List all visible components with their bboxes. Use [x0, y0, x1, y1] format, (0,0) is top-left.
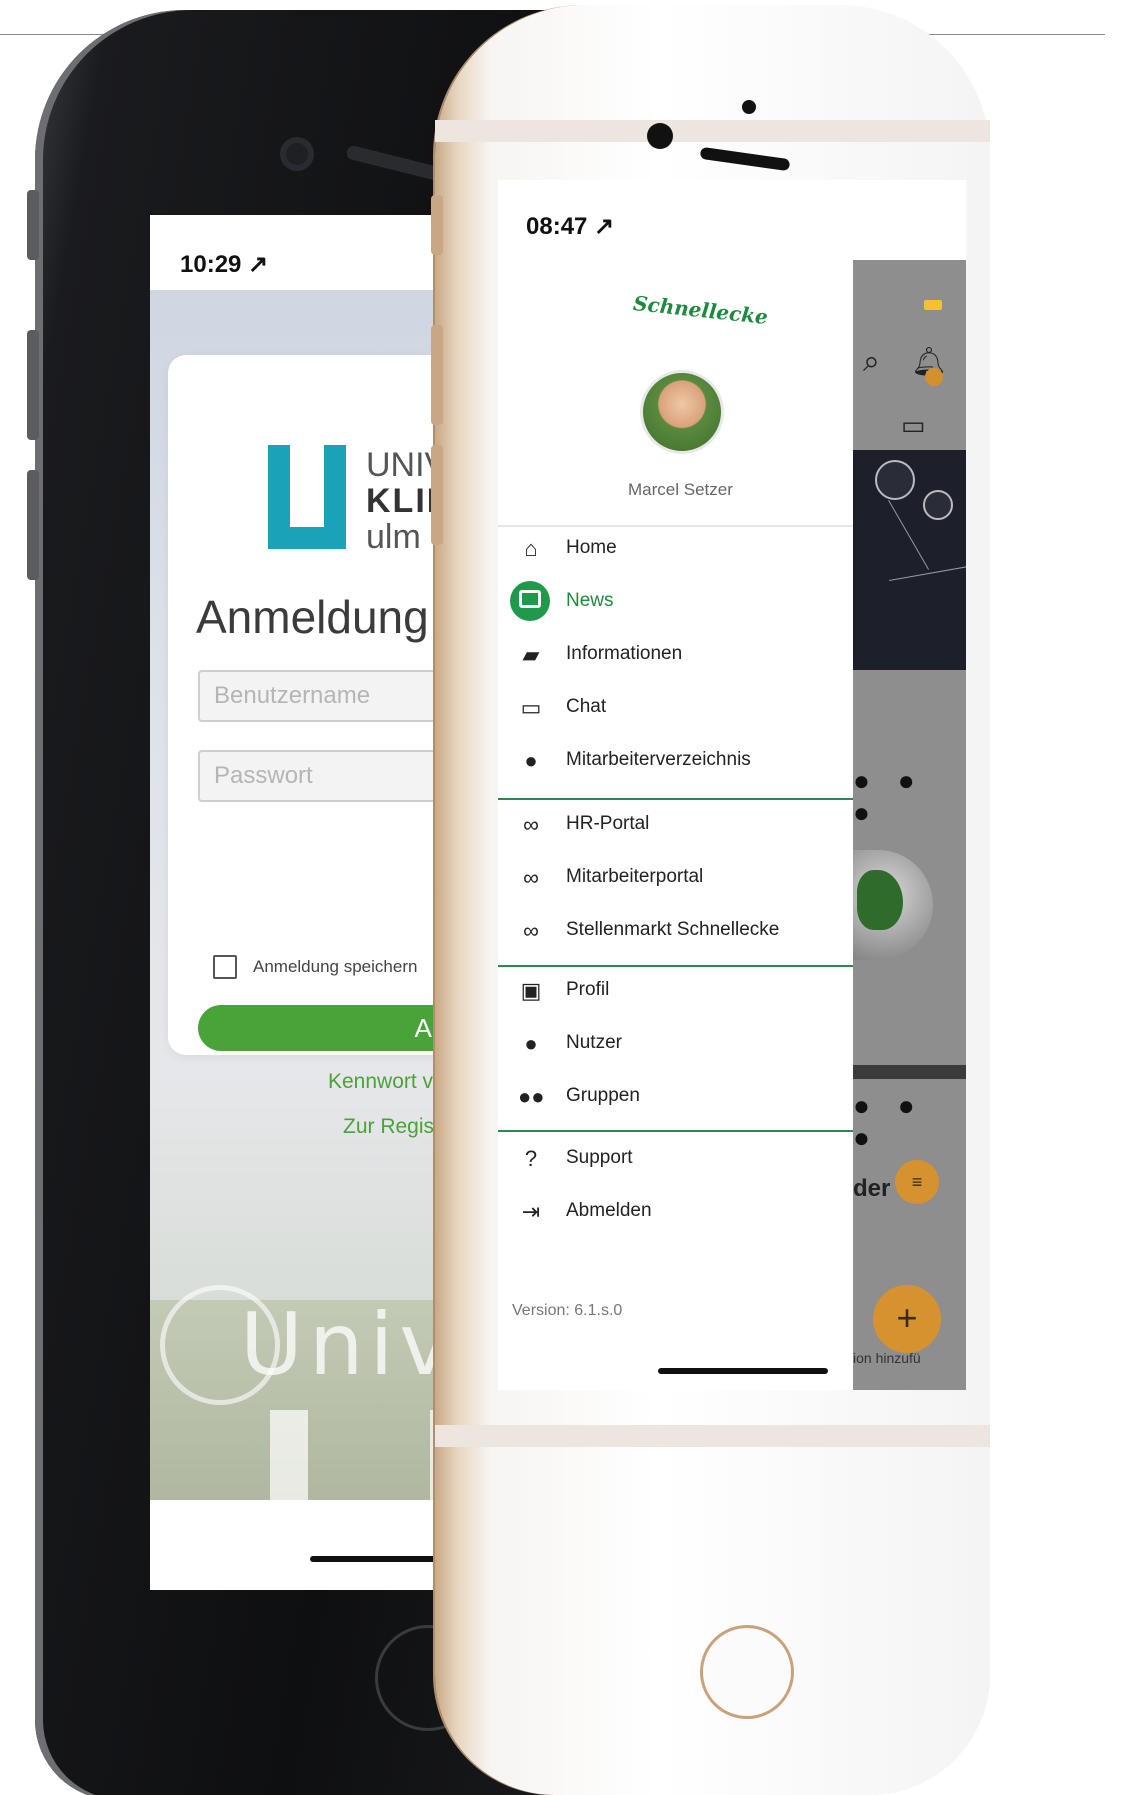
person-icon: ●	[524, 748, 538, 773]
link-icon: ∞	[523, 812, 539, 837]
remember-label: Anmeldung speichern	[253, 957, 418, 976]
menu-label: Informationen	[566, 643, 683, 664]
proximity-sensor	[742, 100, 756, 114]
help-icon: ?	[524, 1146, 538, 1171]
status-time: 10:29 ↗	[180, 251, 269, 278]
home-indicator[interactable]	[658, 1368, 828, 1374]
menu-label: Abmelden	[566, 1200, 652, 1221]
section-divider	[498, 798, 853, 800]
network-graphic	[853, 450, 966, 670]
news-icon	[510, 581, 550, 621]
mail-node-icon	[875, 460, 915, 500]
menu-item-mitarbeiterportal[interactable]: ∞ Mitarbeiterportal	[518, 859, 848, 899]
section-divider	[498, 965, 853, 967]
reaction-icons[interactable]: ● ● ●	[853, 765, 966, 829]
menu-label: Home	[566, 537, 617, 558]
menu-item-support[interactable]: ? Support	[518, 1140, 848, 1180]
reaction-icons[interactable]: ● ● ●	[853, 1090, 966, 1154]
volume-down-button	[27, 470, 39, 580]
avatar[interactable]	[640, 370, 724, 454]
search-icon[interactable]: ⌕	[863, 345, 880, 379]
chat-icon[interactable]: ▭	[901, 410, 926, 441]
menu-label: Mitarbeiterportal	[566, 866, 704, 887]
menu-item-abmelden[interactable]: ⇥ Abmelden	[518, 1193, 848, 1233]
user-name: Marcel Setzer	[628, 480, 733, 499]
menu-label: Nutzer	[566, 1032, 622, 1053]
card-text-partial: ion hinzufü	[853, 1350, 921, 1366]
notification-badge	[925, 368, 943, 386]
background-app-scrim[interactable]: ⌕ 🔔︎ ▭ ● ● ● ● ● ● der ≡ + ion hinzufü	[853, 260, 966, 1390]
volume-down-button	[431, 445, 443, 545]
menu-item-hr-portal[interactable]: ∞ HR-Portal	[518, 806, 848, 846]
battery-icon	[924, 300, 942, 310]
mute-switch	[27, 190, 39, 260]
menu-label: HR-Portal	[566, 813, 650, 834]
profile-icon: ▣	[520, 978, 542, 1003]
antenna-band	[435, 1425, 990, 1447]
antenna-band	[435, 120, 990, 142]
navigation-drawer: 08:47 ↗ Schnellecke Marcel Setzer ⌂ Home…	[498, 180, 853, 1390]
menu-item-home[interactable]: ⌂ Home	[518, 530, 848, 570]
person-icon: ●	[524, 1031, 538, 1056]
volume-up-button	[431, 325, 443, 425]
menu-item-gruppen[interactable]: ●● Gruppen	[518, 1078, 848, 1118]
menu-item-news[interactable]: News	[510, 581, 848, 623]
more-icon[interactable]	[923, 490, 953, 520]
section-divider	[498, 1130, 853, 1132]
menu-label: Gruppen	[566, 1085, 640, 1106]
volume-up-button	[27, 330, 39, 440]
earpiece-speaker	[699, 146, 791, 172]
menu-label: Chat	[566, 696, 607, 717]
divider	[498, 525, 853, 527]
front-camera	[280, 137, 314, 171]
uniklinik-logo-icon	[268, 445, 346, 549]
mute-switch	[431, 195, 443, 255]
card-separator	[853, 1065, 966, 1079]
link-icon: ∞	[523, 918, 539, 943]
home-icon: ⌂	[524, 536, 538, 561]
mockup-stage: Universit 10:29 ↗ UNIVERSIT KLINIKUM ulm…	[0, 0, 1148, 1795]
menu-item-mitarbeiterverzeichnis[interactable]: ● Mitarbeiterverzeichnis	[518, 742, 848, 782]
menu-item-nutzer[interactable]: ● Nutzer	[518, 1025, 848, 1065]
status-time: 08:47 ↗	[526, 213, 615, 240]
graph-edge	[888, 500, 929, 570]
phone-right-screen: ⌕ 🔔︎ ▭ ● ● ● ● ● ● der ≡ + ion hinzufü 0…	[498, 180, 966, 1390]
menu-item-profil[interactable]: ▣ Profil	[518, 972, 848, 1012]
home-button[interactable]	[700, 1625, 794, 1719]
menu-item-stellenmarkt[interactable]: ∞ Stellenmarkt Schnellecke	[518, 912, 848, 952]
chat-icon: ▭	[520, 695, 542, 720]
schnellecke-logo: Schnellecke	[632, 291, 769, 329]
menu-item-informationen[interactable]: ▰ Informationen	[518, 636, 848, 676]
menu-label: Stellenmarkt Schnellecke	[566, 919, 780, 940]
group-icon: ●●	[518, 1084, 545, 1109]
add-fab-button[interactable]: +	[873, 1285, 941, 1353]
login-title: Anmeldung	[196, 591, 429, 643]
menu-label: News	[566, 590, 614, 611]
remember-checkbox[interactable]	[213, 955, 237, 979]
menu-label: Support	[566, 1147, 633, 1168]
folder-icon: ▰	[522, 642, 540, 667]
link-icon: ∞	[523, 865, 539, 890]
version-label: Version: 6.1.s.0	[512, 1302, 623, 1319]
card-heading-partial: der	[853, 1175, 891, 1202]
menu-label: Mitarbeiterverzeichnis	[566, 749, 751, 770]
menu-label: Profil	[566, 979, 610, 1000]
front-camera	[647, 123, 673, 149]
filter-icon[interactable]: ≡	[895, 1160, 939, 1204]
logout-icon: ⇥	[521, 1199, 541, 1224]
menu-item-chat[interactable]: ▭ Chat	[518, 689, 848, 729]
